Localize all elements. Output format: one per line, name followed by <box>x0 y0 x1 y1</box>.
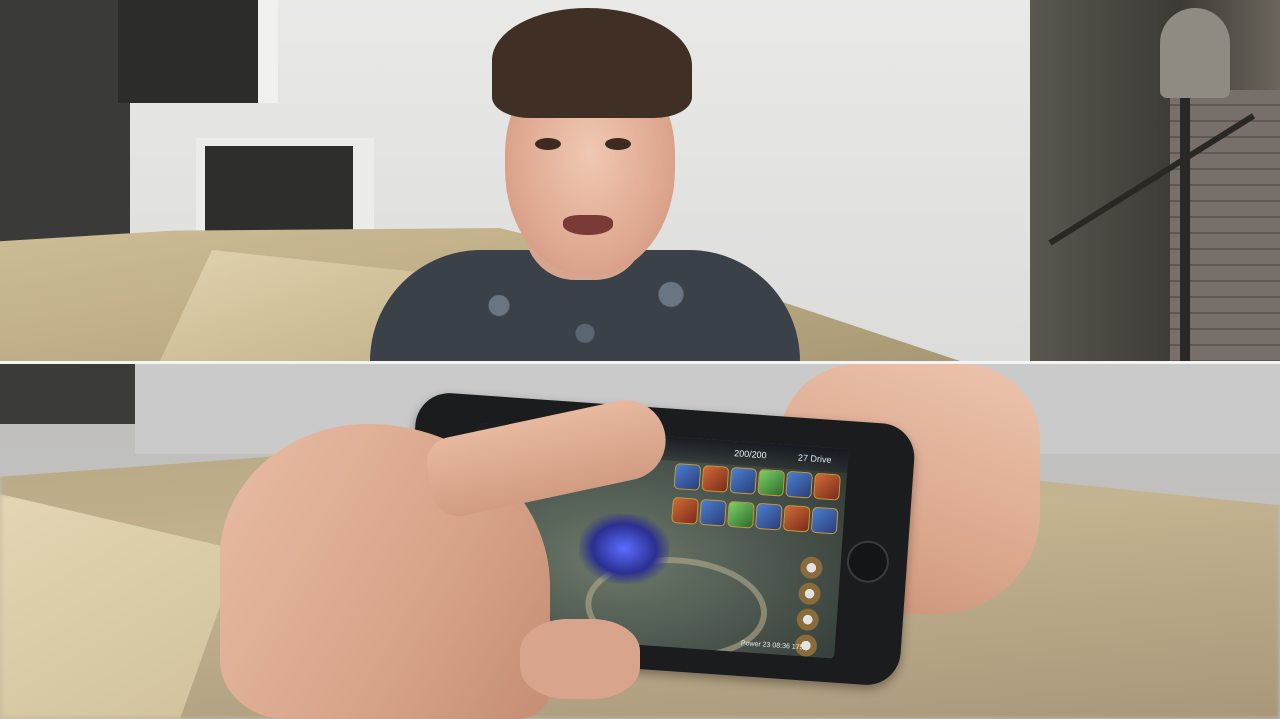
right-eye <box>605 138 631 150</box>
game-menu-icons <box>671 463 845 539</box>
lamp-pole <box>1180 98 1190 361</box>
home-button[interactable] <box>845 539 891 585</box>
top-video-frame <box>0 0 1280 361</box>
background-dark-area <box>0 364 135 424</box>
stamina-value: 200/200 <box>733 448 767 461</box>
game-menu-icon[interactable] <box>810 506 839 535</box>
game-hero-character[interactable] <box>576 510 672 587</box>
gems-value: 27 Drive <box>797 452 832 465</box>
game-menu-icon[interactable] <box>701 464 730 493</box>
game-side-icon[interactable] <box>799 556 824 580</box>
lamp <box>1160 8 1230 98</box>
person <box>370 0 800 361</box>
right-hand-fingers <box>520 619 640 699</box>
game-menu-icon[interactable] <box>782 504 811 533</box>
wall-box <box>258 0 278 103</box>
game-side-icon[interactable] <box>795 607 820 632</box>
left-eye <box>535 138 561 150</box>
hair <box>492 8 692 118</box>
game-menu-icon[interactable] <box>757 468 786 497</box>
game-menu-icon[interactable] <box>729 466 758 495</box>
dark-doorway <box>0 0 130 250</box>
game-menu-icon[interactable] <box>699 498 727 527</box>
mouth <box>563 215 613 235</box>
wall-panel <box>118 0 258 103</box>
fireplace <box>205 146 353 232</box>
game-menu-icon[interactable] <box>785 470 814 499</box>
game-menu-icon[interactable] <box>754 502 783 531</box>
game-side-icon[interactable] <box>797 581 822 606</box>
bottom-video-frame: 4465648 200/200 27 Drive <box>0 364 1280 719</box>
game-menu-icon[interactable] <box>673 463 702 491</box>
game-menu-icon[interactable] <box>727 500 755 529</box>
game-close-icon[interactable] <box>813 472 841 501</box>
game-menu-icon[interactable] <box>671 496 699 525</box>
